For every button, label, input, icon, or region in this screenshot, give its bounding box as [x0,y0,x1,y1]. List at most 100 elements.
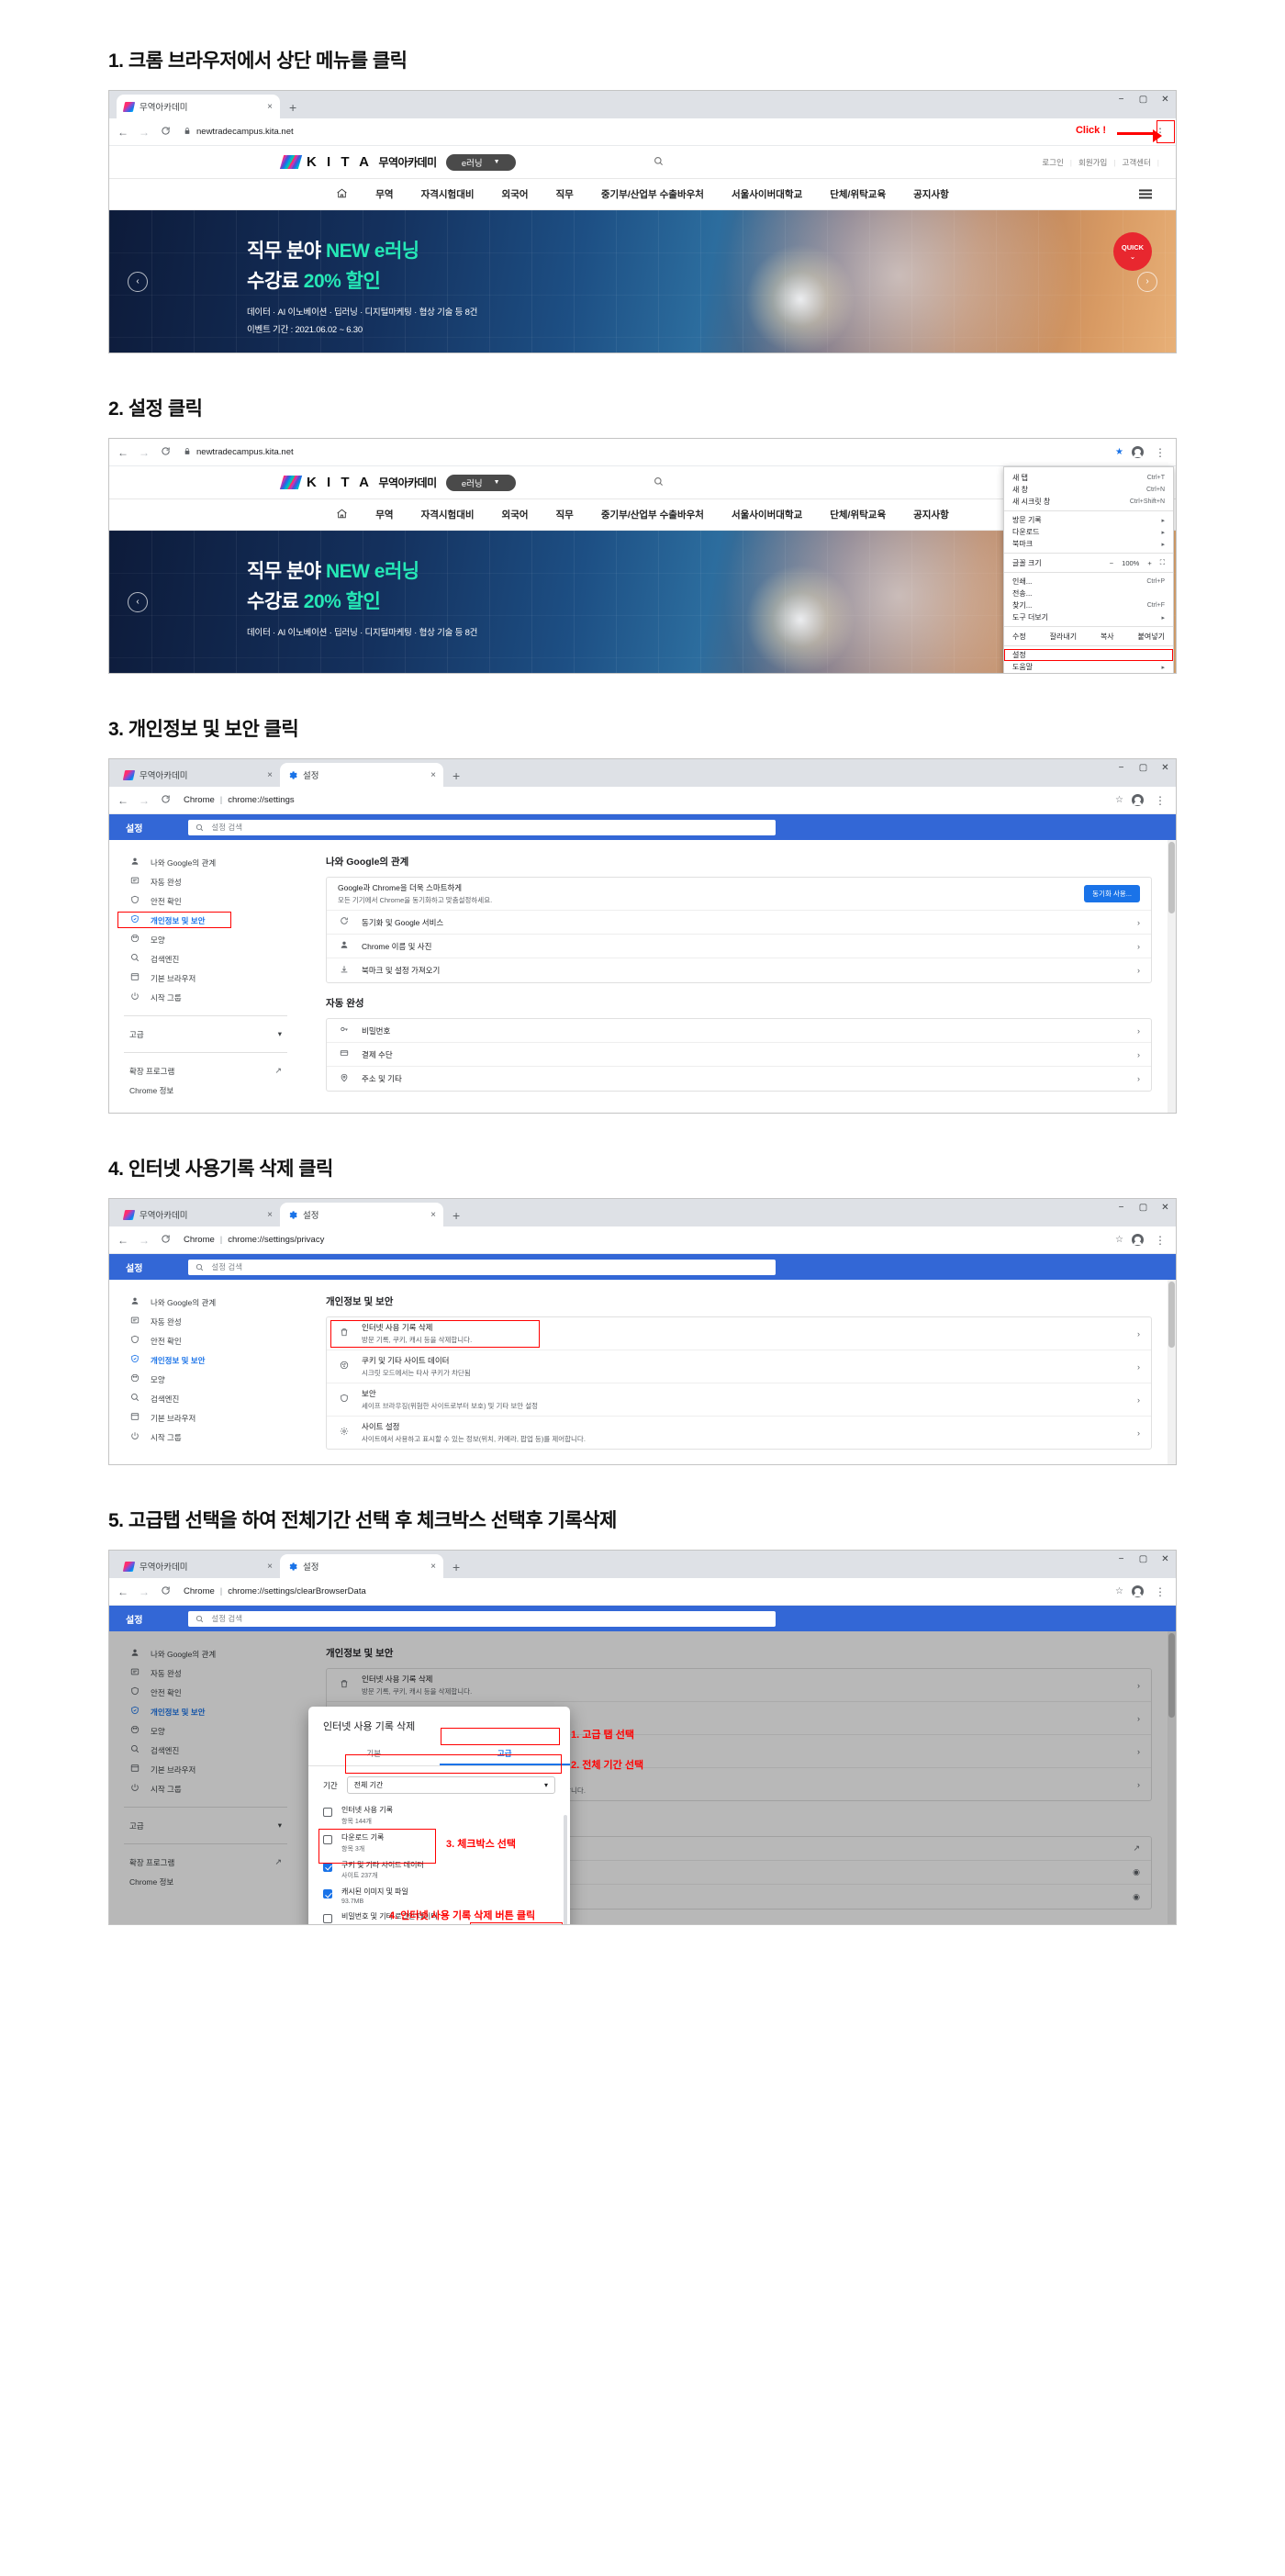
paste-button[interactable]: 붙여넣기 [1138,632,1165,642]
address-bar[interactable]: Chrome | chrome://settings/privacy [180,1231,1107,1249]
nav-item-voucher[interactable]: 중기부/산업부 수출바우처 [601,508,704,521]
tab-kita[interactable]: 무역아카데미 × [117,763,280,787]
copy-button[interactable]: 복사 [1101,632,1114,642]
back-icon[interactable]: ← [117,1585,129,1598]
sidebar-item-safety-check[interactable]: 안전 확인 [109,891,302,911]
menu-item-settings[interactable]: 설정 [1004,649,1173,661]
sidebar-item-google[interactable]: 나와 Google의 관계 [109,1293,302,1312]
sidebar-item-appearance[interactable]: 모양 [109,1370,302,1389]
checkbox[interactable] [323,1808,332,1817]
sidebar-item-startup[interactable]: 시작 그룹 [109,1428,302,1447]
forward-icon[interactable]: → [138,1585,151,1598]
chrome-menu-icon[interactable]: ⋮ [1152,795,1168,806]
new-tab-button[interactable]: + [453,1208,460,1226]
cut-button[interactable]: 잘라내기 [1050,632,1077,642]
sidebar-item-autofill[interactable]: 자동 완성 [109,872,302,891]
close-icon[interactable]: × [262,102,273,112]
sidebar-item-autofill[interactable]: 자동 완성 [109,1312,302,1331]
profile-avatar-icon[interactable] [1132,1585,1144,1597]
close-window-icon[interactable]: ✕ [1160,763,1170,773]
nav-item-job[interactable]: 직무 [556,187,574,201]
tab-settings[interactable]: 설정 × [280,763,443,787]
tab-kita[interactable]: 무역아카데미 × [117,1203,280,1226]
nav-item-notice[interactable]: 공지사항 [913,508,949,521]
sidebar-item-default-browser[interactable]: 기본 브라우저 [109,1408,302,1428]
checkbox[interactable] [323,1834,332,1844]
site-search-icon[interactable] [654,476,664,489]
close-icon[interactable]: × [425,1562,436,1572]
row-cookies[interactable]: 쿠키 및 기타 사이트 데이터 시크릿 모드에서는 타사 쿠키가 차단됨 › [327,1350,1151,1383]
hero-prev-button[interactable]: ‹ [128,271,148,292]
reload-icon[interactable] [159,794,172,807]
settings-search-input[interactable]: 설정 검색 [188,1610,777,1627]
nav-item-exam[interactable]: 자격시험대비 [421,187,475,201]
sidebar-item-privacy[interactable]: 개인정보 및 보안 [109,911,302,930]
enable-sync-button[interactable]: 동기화 사용... [1084,885,1140,902]
option-cookies[interactable]: 쿠키 및 기타 사이트 데이터 사이트 237개 [323,1857,555,1885]
row-import-bookmarks[interactable]: 북마크 및 설정 가져오기 › [327,958,1151,982]
back-icon[interactable]: ← [117,446,129,459]
vertical-scrollbar[interactable] [1168,840,1176,1113]
maximize-icon[interactable]: ▢ [1138,1203,1148,1213]
close-icon[interactable]: × [425,1210,436,1220]
close-icon[interactable]: × [262,1562,273,1572]
nav-item-notice[interactable]: 공지사항 [913,187,949,201]
minimize-icon[interactable]: − [1116,1554,1126,1564]
back-icon[interactable]: ← [117,794,129,807]
sidebar-item-advanced[interactable]: 고급 ▾ [109,1025,302,1044]
checkbox[interactable] [323,1914,332,1924]
zoom-out-button[interactable]: − [1110,559,1113,567]
support-link[interactable]: 고객센터 [1123,157,1151,168]
maximize-icon[interactable]: ▢ [1138,1554,1148,1564]
checkbox[interactable] [323,1862,332,1872]
bookmark-star-icon[interactable]: ☆ [1115,1235,1123,1245]
chrome-menu-icon[interactable]: ⋮ [1152,447,1168,458]
settings-search-input[interactable]: 설정 검색 [188,1259,777,1275]
chrome-menu-icon[interactable]: ⋮ [1152,1235,1168,1246]
back-icon[interactable]: ← [117,1234,129,1247]
row-security[interactable]: 보안 세이프 브라우징(위험한 사이트로부터 보호) 및 기타 보안 설정 › [327,1383,1151,1417]
nav-item-trade[interactable]: 무역 [375,187,393,201]
menu-item-print[interactable]: 인쇄... Ctrl+P [1004,576,1173,588]
site-search-icon[interactable] [654,156,664,169]
sidebar-item-extensions[interactable]: 확장 프로그램 ↗ [109,1061,302,1081]
menu-item-exit[interactable]: 종료 [1004,673,1173,674]
tab-basic[interactable]: 기본 [308,1742,440,1765]
tab-kita[interactable]: 무역아카데미 × [117,95,280,118]
forward-icon[interactable]: → [138,126,151,139]
forward-icon[interactable]: → [138,1234,151,1247]
sidebar-item-search-engine[interactable]: 검색엔진 [109,949,302,969]
nav-item-language[interactable]: 외국어 [502,508,529,521]
nav-item-exam[interactable]: 자격시험대비 [421,508,475,521]
reload-icon[interactable] [159,1585,172,1598]
address-bar[interactable]: Chrome | chrome://settings/clearBrowserD… [180,1583,1107,1601]
sidebar-item-privacy[interactable]: 개인정보 및 보안 [109,1350,302,1370]
bookmark-star-icon[interactable]: ★ [1115,447,1123,457]
sidebar-item-safety-check[interactable]: 안전 확인 [109,1331,302,1350]
site-logo[interactable]: K I T A 무역아카데미 [279,154,437,170]
close-window-icon[interactable]: ✕ [1160,1554,1170,1564]
address-bar[interactable]: newtradecampus.kita.net [180,123,1144,141]
row-addresses[interactable]: 주소 및 기타 › [327,1067,1151,1091]
close-window-icon[interactable]: ✕ [1160,95,1170,105]
settings-search-input[interactable]: 설정 검색 [188,819,777,835]
hamburger-menu-icon[interactable] [1139,187,1152,201]
signup-link[interactable]: 회원가입 [1078,157,1107,168]
tab-settings[interactable]: 설정 × [280,1203,443,1226]
reload-icon[interactable] [159,1234,172,1247]
fullscreen-icon[interactable]: ⛶ [1160,558,1165,567]
maximize-icon[interactable]: ▢ [1138,95,1148,105]
hero-next-button[interactable]: › [1137,271,1157,292]
row-site-settings[interactable]: 사이트 설정 사이트에서 사용하고 표시할 수 있는 정보(위치, 카메라, 팝… [327,1417,1151,1449]
close-window-icon[interactable]: ✕ [1160,1203,1170,1213]
new-tab-button[interactable]: + [453,768,460,787]
option-browsing-history[interactable]: 인터넷 사용 기록 항목 144개 [323,1802,555,1830]
dialog-scrollbar[interactable] [564,1815,567,1924]
login-link[interactable]: 로그인 [1042,157,1063,168]
menu-item-downloads[interactable]: 다운로드 ▸ [1004,526,1173,538]
row-clear-browsing-data[interactable]: 인터넷 사용 기록 삭제 방문 기록, 쿠키, 캐시 등을 삭제합니다. › [327,1317,1151,1350]
row-chrome-name[interactable]: Chrome 이름 및 사진 › [327,935,1151,958]
bookmark-star-icon[interactable]: ☆ [1115,1586,1123,1596]
home-icon[interactable] [336,508,348,522]
forward-icon[interactable]: → [138,794,151,807]
